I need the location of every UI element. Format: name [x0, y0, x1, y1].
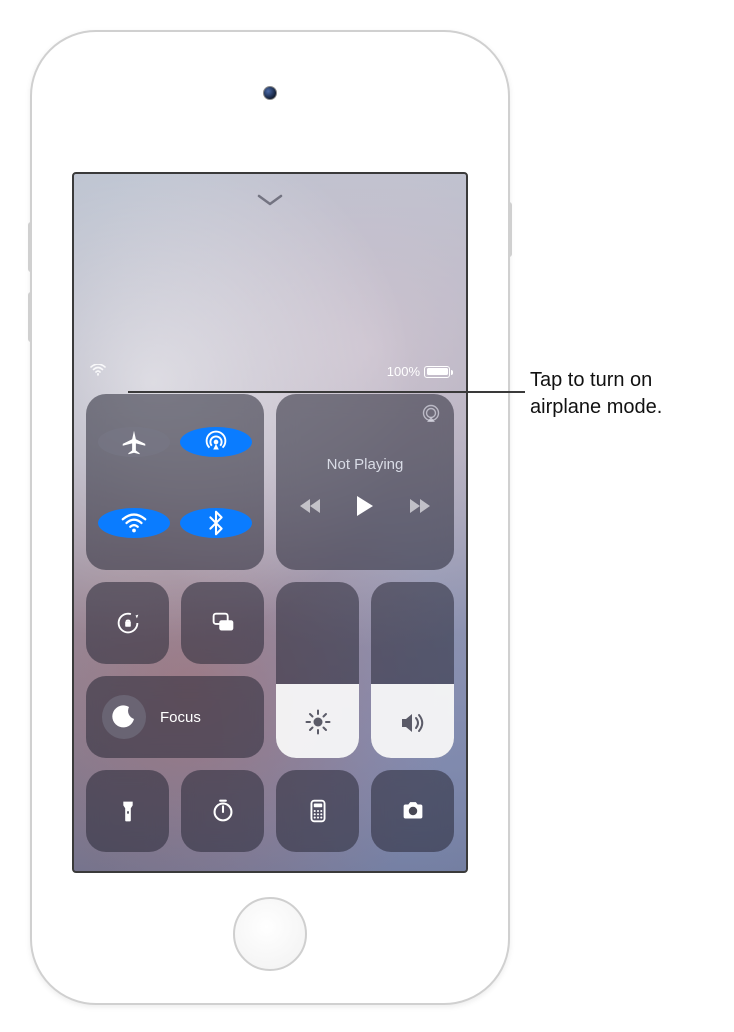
bluetooth-icon [201, 508, 231, 538]
media-module[interactable]: Not Playing [276, 394, 454, 570]
screen-mirroring-button[interactable] [181, 582, 264, 664]
rotation-lock-icon [113, 608, 143, 638]
calculator-button[interactable] [276, 770, 359, 852]
callout-line-2: airplane mode. [530, 394, 662, 421]
airplay-icon[interactable] [420, 404, 442, 429]
orientation-lock-button[interactable] [86, 582, 169, 664]
volume-slider[interactable] [371, 582, 454, 758]
timer-button[interactable] [181, 770, 264, 852]
airplane-mode-toggle[interactable] [98, 427, 170, 457]
connectivity-module [86, 394, 264, 570]
flashlight-button[interactable] [86, 770, 169, 852]
airdrop-icon [201, 427, 231, 457]
flashlight-icon [113, 796, 143, 826]
next-track-button[interactable] [409, 497, 431, 520]
brightness-slider[interactable] [276, 582, 359, 758]
screen: 100% [72, 172, 468, 873]
media-title: Not Playing [327, 456, 404, 473]
chevron-down-icon[interactable] [257, 192, 283, 213]
focus-label: Focus [160, 709, 201, 726]
front-camera [263, 86, 277, 100]
camera-button[interactable] [371, 770, 454, 852]
previous-track-button[interactable] [299, 497, 321, 520]
callout-line-1: Tap to turn on [530, 367, 662, 394]
calculator-icon [303, 796, 333, 826]
control-center: Not Playing [86, 394, 454, 859]
battery-status: 100% [387, 364, 450, 379]
volume-down-button [28, 292, 32, 342]
camera-icon [398, 796, 428, 826]
callout-text: Tap to turn on airplane mode. [530, 367, 662, 421]
battery-label: 100% [387, 364, 420, 379]
wifi-toggle[interactable] [98, 508, 170, 538]
battery-icon [424, 366, 450, 378]
bluetooth-toggle[interactable] [180, 508, 252, 538]
focus-button[interactable]: Focus [86, 676, 264, 758]
wifi-icon [119, 508, 149, 538]
volume-icon [399, 711, 427, 740]
timer-icon [208, 796, 238, 826]
brightness-icon [305, 709, 331, 740]
power-button [508, 202, 512, 257]
airplane-icon [119, 427, 149, 457]
do-not-disturb-icon [102, 695, 146, 739]
status-bar: 100% [74, 364, 466, 379]
screen-mirroring-icon [208, 608, 238, 638]
device-frame: 100% [30, 30, 510, 1005]
media-controls [299, 495, 431, 522]
home-button[interactable] [233, 897, 307, 971]
volume-up-button [28, 222, 32, 272]
play-button[interactable] [355, 495, 375, 522]
airdrop-toggle[interactable] [180, 427, 252, 457]
callout-leader-line [128, 391, 525, 393]
wifi-status-icon [90, 364, 106, 379]
